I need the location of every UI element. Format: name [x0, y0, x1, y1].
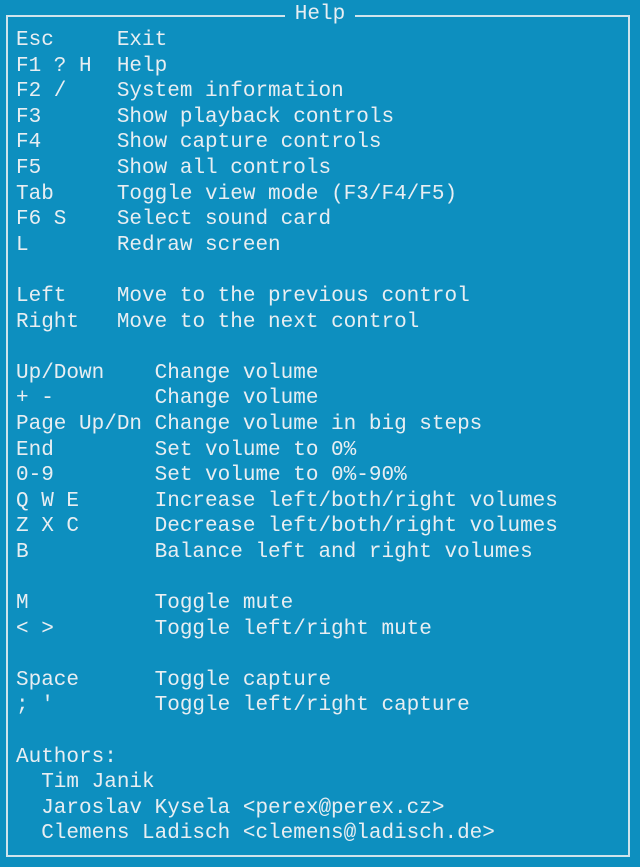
help-line: ; ' Toggle left/right capture [16, 693, 558, 719]
help-line: L Redraw screen [16, 233, 558, 259]
key-description: Select sound card [116, 208, 332, 232]
help-line: Clemens Ladisch <clemens@ladisch.de> [16, 821, 558, 847]
help-dialog-title: Help [0, 3, 640, 27]
key-description: Set volume to 0% [154, 438, 357, 462]
key-label: Z X C [16, 515, 155, 539]
help-line: Esc Exit [16, 28, 558, 54]
help-line: < > Toggle left/right mute [16, 617, 558, 643]
key-label: F5 [16, 156, 117, 180]
help-line: Q W E Increase left/both/right volumes [16, 489, 558, 515]
key-label: Tim Janik [16, 771, 155, 795]
help-line [16, 642, 558, 668]
help-line: Jaroslav Kysela <perex@perex.cz> [16, 796, 558, 822]
key-label: F3 [16, 105, 117, 129]
key-description: Toggle view mode (F3/F4/F5) [116, 182, 458, 206]
key-label: Clemens Ladisch <clemens@ladisch.de> [16, 822, 495, 846]
help-line: Space Toggle capture [16, 668, 558, 694]
help-line: Z X C Decrease left/both/right volumes [16, 514, 558, 540]
help-line: B Balance left and right volumes [16, 540, 558, 566]
key-description: Exit [116, 29, 168, 52]
title-text: Help [284, 3, 356, 26]
key-description: Show playback controls [116, 105, 395, 129]
help-line [16, 258, 558, 284]
help-line: F5 Show all controls [16, 156, 558, 182]
help-line: Page Up/Dn Change volume in big steps [16, 412, 558, 438]
key-description: Move to the previous control [116, 284, 470, 308]
key-description: Toggle left/right mute [154, 617, 432, 641]
key-label: Esc [16, 29, 117, 52]
key-description: Move to the next control [116, 310, 420, 334]
key-label: ; ' [16, 694, 155, 718]
key-description: Help [116, 54, 168, 78]
key-description: Decrease left/both/right volumes [154, 515, 558, 539]
key-description: System information [116, 80, 344, 104]
key-description: Increase left/both/right volumes [154, 489, 558, 513]
key-description: Change volume [154, 361, 319, 385]
key-description: Show all controls [116, 156, 332, 180]
key-label: Authors: [16, 745, 117, 769]
help-line: Authors: [16, 745, 558, 771]
key-label: B [16, 540, 155, 564]
help-line: End Set volume to 0% [16, 438, 558, 464]
key-label: + - [16, 387, 155, 411]
key-label: Right [16, 310, 117, 334]
help-line: Tab Toggle view mode (F3/F4/F5) [16, 182, 558, 208]
key-description: Redraw screen [116, 233, 281, 257]
key-label: Q W E [16, 489, 155, 513]
help-line [16, 565, 558, 591]
key-description: Balance left and right volumes [154, 540, 533, 564]
key-label: F6 S [16, 208, 117, 232]
help-line: Up/Down Change volume [16, 361, 558, 387]
help-line: F4 Show capture controls [16, 130, 558, 156]
key-label: End [16, 438, 155, 462]
key-label: F2 / [16, 80, 117, 104]
help-line [16, 335, 558, 361]
key-label: Left [16, 284, 117, 308]
key-description: Toggle mute [154, 592, 294, 616]
help-line: F2 / System information [16, 79, 558, 105]
help-line: 0-9 Set volume to 0%-90% [16, 463, 558, 489]
help-content: Esc Exit F1 ? H Help F2 / System informati… [16, 28, 558, 847]
key-description: Change volume [154, 387, 319, 411]
key-label: Space [16, 668, 155, 692]
key-label: Page Up/Dn [16, 412, 155, 436]
key-description: Toggle left/right capture [154, 694, 470, 718]
help-line: F6 S Select sound card [16, 207, 558, 233]
key-description: Change volume in big steps [154, 412, 483, 436]
help-line: F3 Show playback controls [16, 105, 558, 131]
help-line: Left Move to the previous control [16, 284, 558, 310]
key-label: M [16, 592, 155, 616]
key-label: Jaroslav Kysela <perex@perex.cz> [16, 796, 445, 820]
help-line: F1 ? H Help [16, 54, 558, 80]
help-line [16, 719, 558, 745]
key-label: 0-9 [16, 464, 155, 488]
key-label: Tab [16, 182, 117, 206]
key-description: Set volume to 0%-90% [154, 464, 407, 488]
key-label: L [16, 233, 117, 257]
help-line: M Toggle mute [16, 591, 558, 617]
key-label: Up/Down [16, 361, 155, 385]
help-line: Right Move to the next control [16, 310, 558, 336]
key-label: < > [16, 617, 155, 641]
key-description: Show capture controls [116, 131, 382, 155]
help-line: Tim Janik [16, 770, 558, 796]
help-line: + - Change volume [16, 386, 558, 412]
key-description: Toggle capture [154, 668, 332, 692]
key-label: F1 ? H [16, 54, 117, 78]
key-label: F4 [16, 131, 117, 155]
